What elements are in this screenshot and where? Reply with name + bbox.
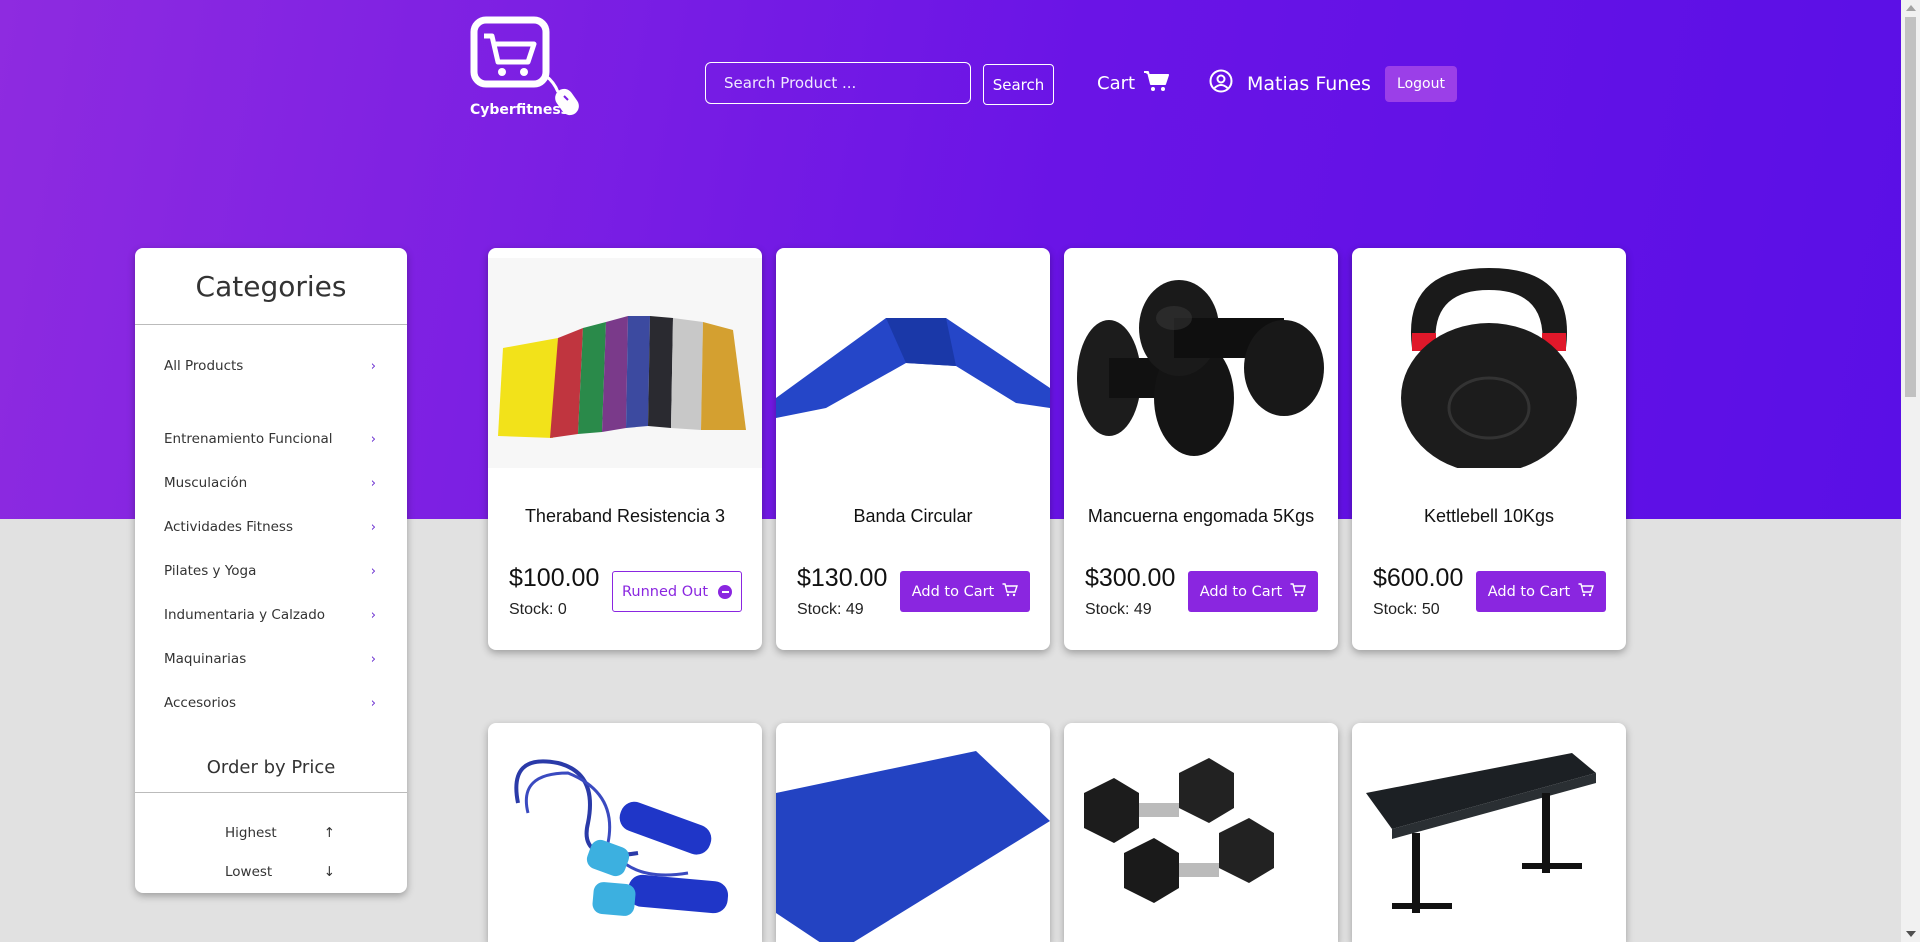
- categories-title: Categories: [195, 270, 347, 303]
- order-lowest[interactable]: Lowest ↓: [225, 864, 335, 880]
- search-input[interactable]: [705, 62, 971, 104]
- category-musculacion[interactable]: Musculación ›: [164, 475, 376, 491]
- product-card[interactable]: Banda Circular $130.00 Stock: 49 Add to …: [776, 248, 1050, 650]
- category-label: Maquinarias: [164, 651, 247, 667]
- chevron-right-icon: ›: [370, 607, 376, 623]
- product-price: $130.00: [797, 564, 888, 592]
- runned-out-button[interactable]: Runned Out: [612, 571, 742, 612]
- product-image-flat-bench: [1352, 733, 1626, 942]
- chevron-right-icon: ›: [370, 475, 376, 491]
- product-image-mancuerna: [1064, 258, 1338, 468]
- cart-icon: [1143, 70, 1170, 97]
- product-stock: Stock: 49: [797, 601, 864, 618]
- product-card[interactable]: Mancuerna engomada 5Kgs $300.00 Stock: 4…: [1064, 248, 1338, 650]
- category-accesorios[interactable]: Accesorios ›: [164, 695, 376, 711]
- arrow-up-icon: ↑: [323, 825, 335, 841]
- product-image-jump-rope: [488, 733, 762, 942]
- user-profile[interactable]: Matias Funes: [1209, 69, 1371, 98]
- product-card[interactable]: [1352, 723, 1626, 942]
- category-pilates-yoga[interactable]: Pilates y Yoga ›: [164, 563, 376, 579]
- chevron-right-icon: ›: [370, 519, 376, 535]
- product-name: Mancuerna engomada 5Kgs: [1087, 506, 1315, 526]
- button-label: Add to Cart: [911, 583, 995, 600]
- category-all-products[interactable]: All Products ›: [164, 358, 376, 374]
- cart-link[interactable]: Cart: [1097, 70, 1170, 97]
- button-label: Runned Out: [621, 583, 709, 600]
- chevron-right-icon: ›: [370, 651, 376, 667]
- button-label: Add to Cart: [1199, 583, 1283, 600]
- product-name: Theraband Resistencia 3: [524, 506, 726, 526]
- product-stock: Stock: 50: [1373, 601, 1440, 618]
- product-price: $100.00: [509, 564, 600, 592]
- category-label: Actividades Fitness: [164, 519, 294, 535]
- order-highest[interactable]: Highest ↑: [225, 825, 335, 841]
- add-to-cart-button[interactable]: Add to Cart: [1476, 571, 1606, 612]
- product-stock: Stock: 49: [1085, 601, 1152, 618]
- product-name: Banda Circular: [853, 506, 973, 526]
- product-card[interactable]: [776, 723, 1050, 942]
- vertical-scrollbar[interactable]: [1901, 0, 1920, 942]
- product-card[interactable]: [488, 723, 762, 942]
- order-label: Highest: [225, 825, 277, 841]
- product-name: Kettlebell 10Kgs: [1423, 506, 1555, 526]
- brand-name: Cyberfitness: [470, 102, 570, 118]
- scroll-down-arrow-icon[interactable]: [1906, 931, 1916, 937]
- divider: [135, 324, 407, 325]
- category-label: All Products: [164, 358, 244, 374]
- product-image-banda-circular: [776, 258, 1050, 468]
- minus-circle-icon: [718, 584, 733, 599]
- product-card[interactable]: [1064, 723, 1338, 942]
- order-by-price-title: Order by Price: [206, 757, 336, 778]
- product-image-theraband: [488, 258, 762, 468]
- category-label: Indumentaria y Calzado: [164, 607, 326, 623]
- chevron-right-icon: ›: [370, 563, 376, 579]
- product-card[interactable]: Theraband Resistencia 3 $100.00 Stock: 0…: [488, 248, 762, 650]
- cart-icon: [1290, 582, 1307, 601]
- cart-icon: [1578, 582, 1595, 601]
- arrow-down-icon: ↓: [323, 864, 335, 880]
- product-image-kettlebell: [1352, 258, 1626, 473]
- product-image-yoga-mat: [776, 733, 1050, 942]
- search-button[interactable]: Search: [983, 64, 1054, 105]
- category-label: Musculación: [164, 475, 248, 491]
- divider: [135, 792, 407, 793]
- category-maquinarias[interactable]: Maquinarias ›: [164, 651, 376, 667]
- chevron-right-icon: ›: [370, 695, 376, 711]
- chevron-right-icon: ›: [370, 431, 376, 447]
- product-price: $600.00: [1373, 564, 1464, 592]
- add-to-cart-button[interactable]: Add to Cart: [900, 571, 1030, 612]
- category-label: Pilates y Yoga: [164, 563, 257, 579]
- order-label: Lowest: [225, 864, 273, 880]
- category-indumentaria-calzado[interactable]: Indumentaria y Calzado ›: [164, 607, 376, 623]
- user-name: Matias Funes: [1247, 72, 1371, 95]
- product-stock: Stock: 0: [509, 601, 567, 618]
- product-price: $300.00: [1085, 564, 1176, 592]
- product-image-hex-dumbbells: [1064, 733, 1338, 942]
- cart-label: Cart: [1097, 73, 1136, 94]
- product-card[interactable]: Kettlebell 10Kgs $600.00 Stock: 50 Add t…: [1352, 248, 1626, 650]
- scrollbar-thumb[interactable]: [1905, 17, 1916, 397]
- chevron-right-icon: ›: [370, 358, 376, 374]
- cart-icon: [1002, 582, 1019, 601]
- add-to-cart-button[interactable]: Add to Cart: [1188, 571, 1318, 612]
- user-circle-icon: [1209, 69, 1233, 98]
- category-actividades-fitness[interactable]: Actividades Fitness ›: [164, 519, 376, 535]
- category-label: Accesorios: [164, 695, 237, 711]
- category-label: Entrenamiento Funcional: [164, 431, 333, 447]
- button-label: Add to Cart: [1487, 583, 1571, 600]
- categories-sidebar: Categories All Products › Entrenamiento F…: [135, 248, 407, 893]
- category-entrenamiento-funcional[interactable]: Entrenamiento Funcional ›: [164, 431, 376, 447]
- logout-button[interactable]: Logout: [1385, 66, 1457, 102]
- scroll-up-arrow-icon[interactable]: [1906, 5, 1916, 11]
